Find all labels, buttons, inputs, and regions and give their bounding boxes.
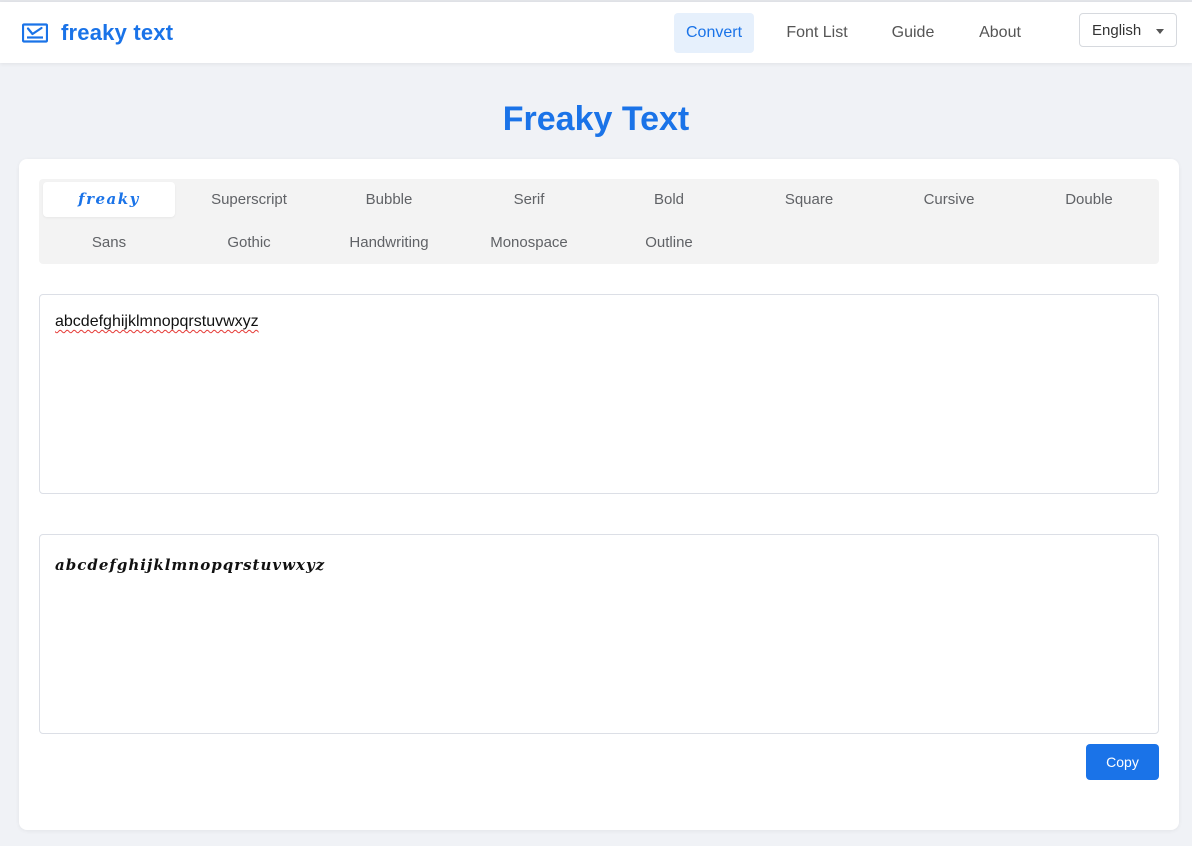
nav-font-list[interactable]: Font List	[774, 13, 860, 53]
language-value: English	[1092, 22, 1142, 39]
tab-monospace[interactable]: Monospace	[463, 225, 595, 260]
navbar: freaky text Convert Font List Guide Abou…	[0, 2, 1192, 63]
caret-down-icon	[1156, 29, 1164, 34]
input-textarea[interactable]: abcdefghijklmnopqrstuvwxyz	[39, 294, 1159, 494]
output-textarea[interactable]: abcdefghijklmnopqrstuvwxyz	[39, 534, 1159, 734]
input-text: abcdefghijklmnopqrstuvwxyz	[55, 313, 259, 330]
tab-gothic[interactable]: Gothic	[183, 225, 315, 260]
converter-card: freaky Superscript Bubble Serif Bold Squ…	[19, 159, 1179, 830]
nav-convert[interactable]: Convert	[674, 13, 754, 53]
brand-name: freaky text	[61, 20, 174, 45]
output-text: abcdefghijklmnopqrstuvwxyz	[55, 556, 326, 574]
brand-logo[interactable]: freaky text	[22, 20, 173, 46]
font-style-tabs: freaky Superscript Bubble Serif Bold Squ…	[39, 179, 1159, 264]
tab-double[interactable]: Double	[1023, 182, 1155, 217]
tab-sans[interactable]: Sans	[43, 225, 175, 260]
language-select[interactable]: English	[1079, 13, 1177, 47]
tab-bubble[interactable]: Bubble	[323, 182, 455, 217]
tab-bold[interactable]: Bold	[603, 182, 735, 217]
tab-handwriting[interactable]: Handwriting	[323, 225, 455, 260]
tab-superscript[interactable]: Superscript	[183, 182, 315, 217]
envelope-check-icon	[22, 23, 48, 43]
tab-serif[interactable]: Serif	[463, 182, 595, 217]
tab-outline[interactable]: Outline	[603, 225, 735, 260]
tab-freaky[interactable]: freaky	[43, 182, 175, 217]
page-title: Freaky Text	[502, 100, 690, 138]
nav-guide[interactable]: Guide	[880, 13, 946, 53]
tab-cursive[interactable]: Cursive	[883, 182, 1015, 217]
nav-about[interactable]: About	[966, 13, 1034, 53]
tab-square[interactable]: Square	[743, 182, 875, 217]
copy-button[interactable]: Copy	[1086, 744, 1159, 780]
